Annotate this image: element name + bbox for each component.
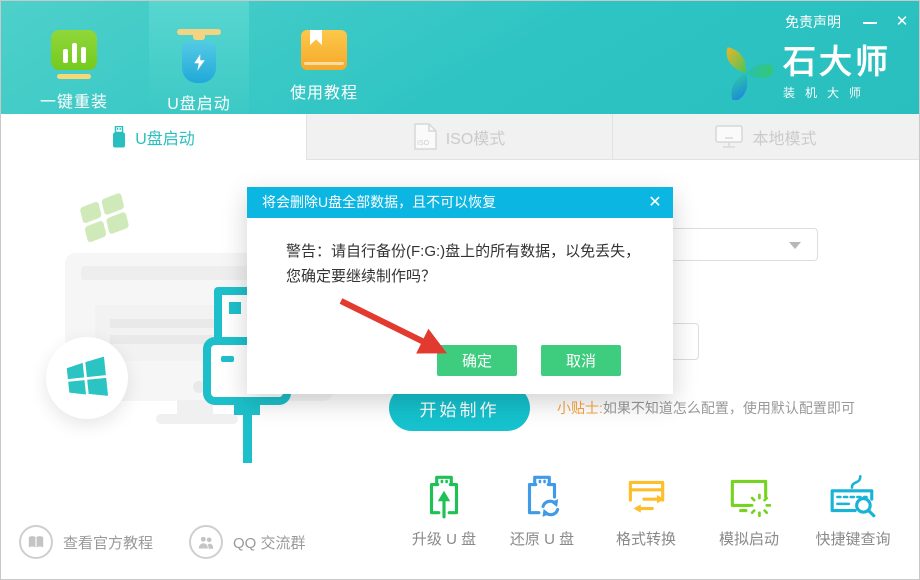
tab-label: ISO模式 — [446, 125, 506, 149]
windows-logo-ghost — [76, 191, 134, 249]
tool-format-convert[interactable]: 格式转换 — [594, 471, 698, 549]
tool-label: 快捷键查询 — [801, 528, 905, 549]
qq-group-link[interactable]: QQ 交流群 — [189, 525, 306, 559]
chevron-down-icon — [789, 242, 801, 249]
usb-drive-icon — [112, 126, 126, 148]
usb-plug-cable-illustration — [243, 413, 252, 463]
dialog-message-line2: 您确定要继续制作吗？ — [286, 264, 656, 289]
close-button[interactable]: ✕ — [885, 11, 919, 33]
tip-label: 小贴士: — [557, 400, 603, 416]
dialog-message: 警告：请自行备份(F:G:)盘上的所有数据，以免丢失， 您确定要继续制作吗？ — [286, 239, 656, 289]
iso-file-icon: ISO — [414, 123, 437, 150]
brand-logo: 石大师 装机大师 — [719, 45, 891, 101]
restore-usb-icon — [517, 471, 567, 521]
tutorial-circle-icon — [19, 525, 53, 559]
disclaimer-link[interactable]: 免责声明 — [785, 12, 841, 32]
reinstall-icon — [51, 30, 97, 70]
tool-label: 模拟启动 — [697, 528, 801, 549]
open-book-icon — [27, 534, 45, 550]
official-tutorial-link[interactable]: 查看官方教程 — [19, 525, 153, 559]
nav-label: 使用教程 — [290, 79, 358, 103]
minimize-button[interactable] — [855, 11, 885, 33]
confirm-button[interactable]: 确定 — [437, 345, 517, 376]
bookmark-icon — [310, 30, 322, 45]
titlebar-controls: 免责声明 ✕ — [785, 11, 919, 33]
tab-label: U盘启动 — [135, 125, 195, 149]
nav-item-usb-boot[interactable]: U盘启动 — [149, 1, 249, 114]
simulate-boot-icon — [724, 471, 774, 521]
tool-upgrade-usb[interactable]: 升级 U 盘 — [392, 471, 496, 549]
tool-simulate-boot[interactable]: 模拟启动 — [697, 471, 801, 549]
logo-title: 石大师 — [783, 45, 891, 79]
lightning-icon — [192, 52, 207, 73]
confirm-dialog: 将会删除U盘全部数据，且不可以恢复 ✕ 警告：请自行备份(F:G:)盘上的所有数… — [247, 187, 673, 394]
book-icon — [301, 30, 347, 70]
dialog-title: 将会删除U盘全部数据，且不可以恢复 — [262, 194, 496, 210]
monitor-icon — [715, 125, 743, 149]
tool-label: 格式转换 — [594, 528, 698, 549]
windows-logo-badge — [46, 337, 128, 419]
people-icon — [197, 534, 215, 551]
tip-line: 小贴士:如果不知道怎么配置，使用默认配置即可 — [557, 398, 855, 418]
nav-item-tutorial[interactable]: 使用教程 — [274, 1, 374, 114]
app-window: 一键重装 U盘启动 使用教程 免责声明 ✕ — [0, 0, 920, 580]
logo-icon — [719, 46, 773, 100]
tool-label: 升级 U 盘 — [392, 528, 496, 549]
upgrade-usb-icon — [419, 471, 469, 521]
svg-text:ISO: ISO — [417, 140, 430, 147]
tab-label: 本地模式 — [752, 125, 816, 149]
logo-subtitle: 装机大师 — [783, 84, 891, 101]
hotkey-query-icon — [828, 471, 878, 521]
dialog-header: 将会删除U盘全部数据，且不可以恢复 ✕ — [247, 187, 673, 218]
cancel-button[interactable]: 取消 — [541, 345, 621, 376]
tab-local-mode[interactable]: 本地模式 — [613, 114, 919, 160]
mode-tabbar: U盘启动 ISO ISO模式 本地模式 — [1, 114, 919, 160]
tip-text: 如果不知道怎么配置，使用默认配置即可 — [603, 400, 855, 416]
tool-hotkey-query[interactable]: 快捷键查询 — [801, 471, 905, 549]
format-convert-icon — [621, 471, 671, 521]
nav-item-one-key-reinstall[interactable]: 一键重装 — [24, 1, 124, 114]
windows-flag-icon — [65, 356, 109, 400]
link-label: 查看官方教程 — [63, 532, 153, 553]
nav-label: 一键重装 — [40, 88, 108, 112]
tool-label: 还原 U 盘 — [490, 528, 594, 549]
tab-iso-mode[interactable]: ISO ISO模式 — [306, 114, 613, 160]
qq-circle-icon — [189, 525, 223, 559]
tool-restore-usb[interactable]: 还原 U 盘 — [490, 471, 594, 549]
monitor-stand-base — [156, 414, 238, 424]
dialog-close-icon[interactable]: ✕ — [637, 187, 673, 218]
dialog-message-line1: 警告：请自行备份(F:G:)盘上的所有数据，以免丢失， — [286, 239, 656, 264]
app-header: 一键重装 U盘启动 使用教程 免责声明 ✕ — [1, 1, 919, 114]
link-label: QQ 交流群 — [233, 532, 306, 553]
tab-usb-boot[interactable]: U盘启动 — [1, 114, 306, 160]
usb-boot-icon — [182, 41, 216, 83]
nav-label: U盘启动 — [167, 90, 231, 114]
reinstall-icon-underline — [57, 74, 91, 79]
